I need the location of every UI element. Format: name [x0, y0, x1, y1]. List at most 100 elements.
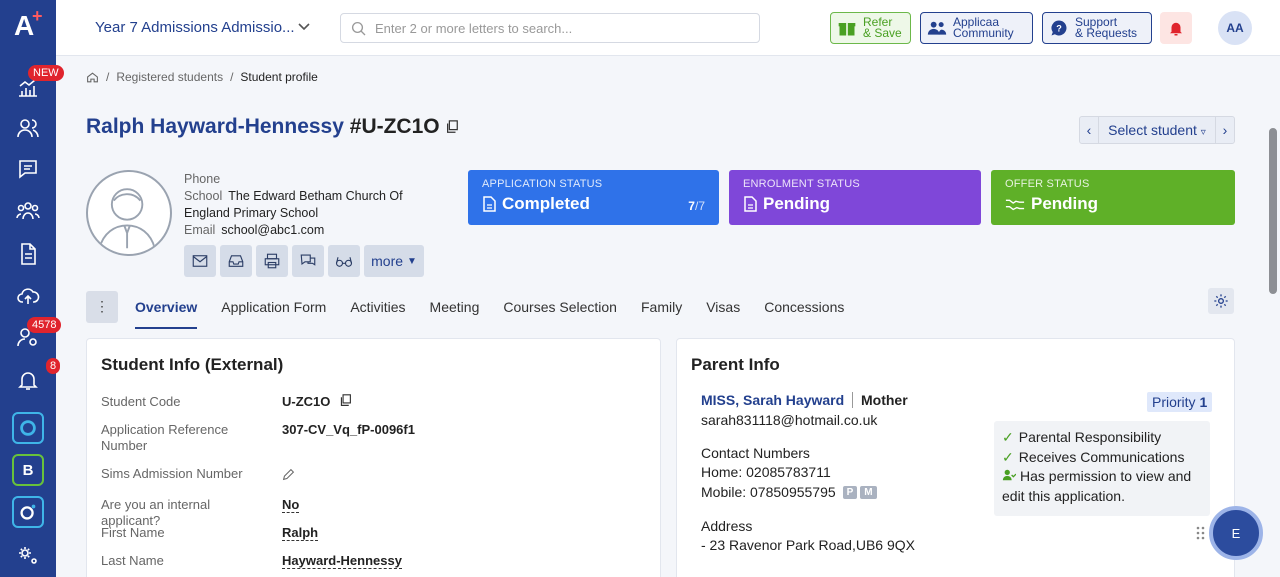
- drag-grip-icon[interactable]: [1196, 526, 1206, 540]
- tab-activities[interactable]: Activities: [350, 299, 405, 329]
- app-o-plus-icon[interactable]: [12, 496, 44, 528]
- profile-tabs: Overview Application Form Activities Mee…: [135, 299, 868, 329]
- home-phone: Home: 02085783711: [701, 464, 831, 480]
- user-check-icon: [1002, 469, 1017, 481]
- info-value[interactable]: Hayward-Hennessy: [282, 553, 402, 569]
- tab-meeting[interactable]: Meeting: [430, 299, 480, 329]
- student-code: #U-ZC1O: [349, 115, 440, 138]
- enrolment-status-card[interactable]: ENROLMENT STATUS Pending: [729, 170, 981, 225]
- refer-line2: & Save: [863, 26, 902, 40]
- alerts-button[interactable]: [1160, 12, 1192, 44]
- notifications-badge: 8: [46, 358, 61, 374]
- pencil-icon: [282, 468, 295, 481]
- document-icon: [744, 196, 757, 212]
- top-bar: Year 7 Admissions Admissio... Refer& Sav…: [56, 0, 1280, 56]
- users-icon[interactable]: [14, 114, 42, 142]
- tabs-menu-button[interactable]: ⋮: [86, 291, 118, 323]
- email-value: school@abc1.com: [221, 223, 325, 237]
- bell-icon[interactable]: [14, 366, 42, 394]
- offer-status-label: OFFER STATUS: [1005, 178, 1090, 190]
- chevron-down-icon[interactable]: [297, 18, 311, 36]
- select-student-dropdown[interactable]: Select student ▿: [1098, 117, 1216, 143]
- tab-application-form[interactable]: Application Form: [221, 299, 326, 329]
- tab-settings-button[interactable]: [1208, 288, 1234, 314]
- breadcrumb-registered-students[interactable]: Registered students: [116, 70, 223, 84]
- application-status-card[interactable]: APPLICATION STATUS Completed 7/7: [468, 170, 719, 225]
- parent-info-title: Parent Info: [691, 355, 780, 374]
- print-button[interactable]: [256, 245, 288, 277]
- info-value[interactable]: No: [282, 497, 300, 513]
- scrollbar-thumb[interactable]: [1269, 128, 1277, 294]
- messages-icon[interactable]: [14, 155, 42, 183]
- community-line2: Community: [953, 26, 1014, 40]
- permissions-box: ✓ Parental Responsibility ✓ Receives Commu…: [994, 421, 1210, 516]
- year-select[interactable]: Year 7 Admissions Admissio...: [95, 19, 295, 36]
- info-value[interactable]: Ralph: [282, 525, 319, 541]
- prev-student-button[interactable]: ‹: [1080, 117, 1098, 143]
- application-status-count: 7: [688, 199, 695, 213]
- copy-icon[interactable]: [445, 120, 459, 134]
- breadcrumb: / Registered students / Student profile: [86, 70, 318, 84]
- home-icon[interactable]: [86, 71, 99, 84]
- bell-alert-icon: [1170, 22, 1182, 36]
- perm-receives-communications: Receives Communications: [1018, 448, 1185, 465]
- application-status-total: /7: [694, 199, 705, 213]
- email-label: Email: [184, 223, 216, 237]
- inbox-button[interactable]: [220, 245, 252, 277]
- gear-icon: [1214, 294, 1228, 308]
- more-button[interactable]: more ▼: [364, 245, 424, 277]
- app-b-icon[interactable]: B: [12, 454, 44, 486]
- edit-sims-button[interactable]: [282, 468, 295, 484]
- enrolment-status-label: ENROLMENT STATUS: [743, 178, 860, 190]
- student-name: Ralph Hayward-Hennessy: [86, 115, 344, 138]
- tab-overview[interactable]: Overview: [135, 299, 198, 329]
- offer-status-card[interactable]: OFFER STATUS Pending: [991, 170, 1235, 225]
- email-button[interactable]: [184, 245, 216, 277]
- support-icon: ?: [1051, 20, 1067, 36]
- application-status-value: Completed: [502, 194, 590, 213]
- students-badge: 4578: [27, 317, 62, 333]
- view-button[interactable]: [328, 245, 360, 277]
- user-avatar[interactable]: AA: [1218, 11, 1252, 45]
- page-scrollbar[interactable]: [1267, 113, 1280, 577]
- envelope-icon: [192, 255, 208, 267]
- document-icon[interactable]: [14, 240, 42, 268]
- mobile-tag: M: [860, 486, 877, 499]
- tab-family[interactable]: Family: [641, 299, 682, 329]
- tab-visas[interactable]: Visas: [706, 299, 740, 329]
- tab-concessions[interactable]: Concessions: [764, 299, 844, 329]
- chat-button[interactable]: [292, 245, 324, 277]
- parent-relation: Mother: [852, 392, 908, 408]
- info-value: 307-CV_Vq_fP-0096f1: [282, 422, 415, 437]
- enrolment-status-value: Pending: [763, 194, 831, 213]
- settings-gears-icon[interactable]: [14, 541, 42, 569]
- inbox-icon: [228, 255, 244, 267]
- parent-info-card: Parent Info MISS, Sarah Hayward Mother s…: [676, 338, 1235, 577]
- student-code-value: U-ZC1O: [282, 394, 331, 409]
- app-b-label: B: [22, 461, 34, 479]
- app-o-icon[interactable]: [12, 412, 44, 444]
- tab-courses-selection[interactable]: Courses Selection: [503, 299, 617, 329]
- info-label: Student Code: [101, 394, 181, 409]
- contact-heading: Contact Numbers: [701, 445, 810, 461]
- refer-save-button[interactable]: Refer & Save: [830, 12, 911, 44]
- info-label: First Name: [101, 525, 165, 540]
- next-student-button[interactable]: ›: [1216, 117, 1234, 143]
- groups-icon[interactable]: [14, 197, 42, 225]
- student-info-card: Student Info (External) Student Code U-Z…: [86, 338, 661, 577]
- copy-icon[interactable]: [339, 394, 352, 407]
- assistant-fab[interactable]: E: [1209, 506, 1263, 560]
- school-label: School: [184, 189, 223, 203]
- parent-name[interactable]: MISS, Sarah Hayward: [701, 392, 844, 408]
- perm-view-edit: Has permission to view and edit this app…: [1002, 468, 1192, 504]
- support-button[interactable]: ? Support & Requests: [1042, 12, 1152, 44]
- info-value: U-ZC1O: [282, 394, 352, 409]
- primary-tag: P: [842, 486, 858, 499]
- select-student-label: Select student: [1108, 122, 1197, 138]
- breadcrumb-sep: /: [106, 70, 110, 84]
- applicaa-logo[interactable]: A +: [14, 6, 44, 44]
- search-input[interactable]: [375, 18, 745, 38]
- address-heading: Address: [701, 518, 753, 534]
- upload-cloud-icon[interactable]: [14, 282, 42, 310]
- community-button[interactable]: Applicaa Community: [920, 12, 1033, 44]
